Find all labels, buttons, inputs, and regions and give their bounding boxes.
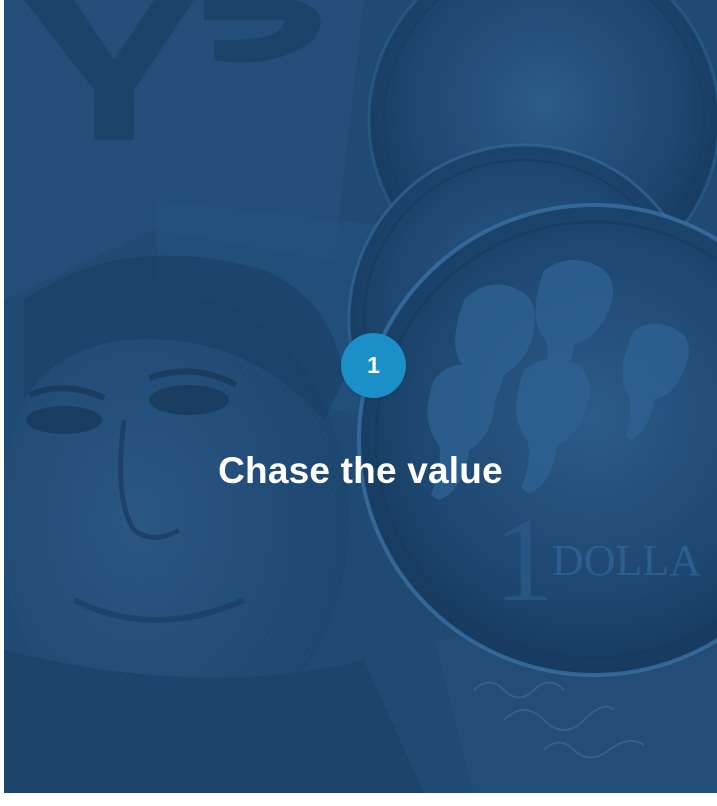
step-title: Chase the value (218, 450, 503, 491)
step-number-badge: 1 (341, 333, 406, 398)
svg-text:1: 1 (494, 493, 554, 626)
step-number: 1 (367, 352, 380, 378)
slide-panel: 1 DOLLA 1 Chase the value (4, 0, 717, 793)
banknote-and-coins-image: 1 DOLLA (4, 0, 717, 793)
coin-inscription: DOLLA (552, 536, 701, 585)
slide-frame: 1 DOLLA 1 Chase the value (0, 0, 717, 806)
